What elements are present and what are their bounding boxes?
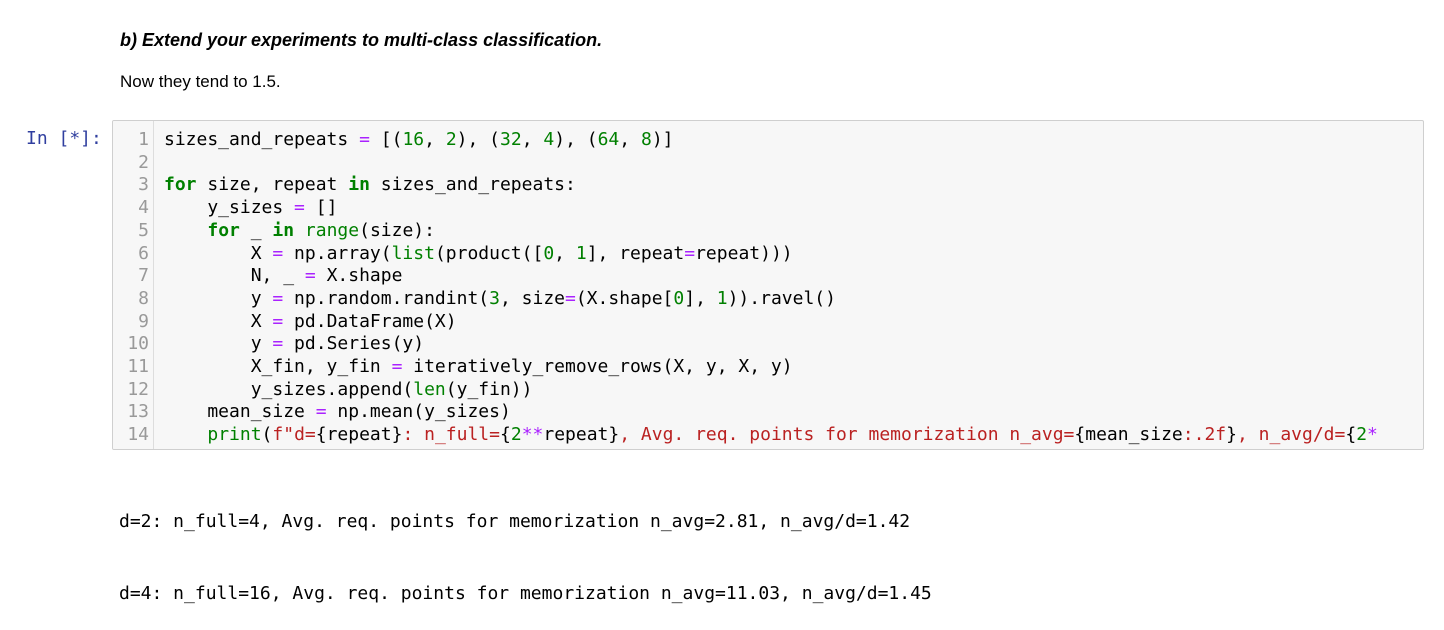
line-number: 5 xyxy=(138,219,149,241)
line-number: 7 xyxy=(138,265,149,287)
code-text: y_sizes = [] xyxy=(164,197,338,219)
code-text: mean_size = np.mean(y_sizes) xyxy=(164,401,511,423)
code-text: for _ in range(size): xyxy=(207,219,435,241)
input-prompt: In [*]: xyxy=(26,128,102,149)
line-number: 4 xyxy=(138,197,149,219)
code-text: y_sizes.append(len(y_fin)) xyxy=(164,378,533,400)
line-number: 3 xyxy=(138,174,149,196)
code-text: sizes_and_repeats = [(16, 2), (32, 4), (… xyxy=(164,129,674,150)
code-text: for size, repeat in sizes_and_repeats: xyxy=(164,174,576,196)
code-cell-editor[interactable]: 1 sizes_and_repeats = [(16, 2), (32, 4), … xyxy=(112,120,1424,450)
line-number: 13 xyxy=(127,401,149,423)
line-number: 12 xyxy=(127,378,149,400)
cell-output: d=2: n_full=4, Avg. req. points for memo… xyxy=(119,462,932,630)
code-text: X = np.array(list(product([0, 1], repeat… xyxy=(164,242,793,264)
line-number: 6 xyxy=(138,242,149,264)
code-text: y = np.random.randint(3, size=(X.shape[0… xyxy=(164,287,836,309)
code-text: y = pd.Series(y) xyxy=(164,333,425,355)
line-number: 11 xyxy=(127,356,149,377)
line-number: 1 xyxy=(138,129,149,150)
code-text: X = pd.DataFrame(X) xyxy=(164,310,457,332)
markdown-text: Now they tend to 1.5. xyxy=(120,72,281,91)
markdown-heading: b) Extend your experiments to multi-clas… xyxy=(120,30,603,50)
line-number: 9 xyxy=(138,310,149,332)
line-number: 2 xyxy=(138,151,149,173)
code-text: N, _ = X.shape xyxy=(164,265,403,287)
code-text: print(f"d={repeat}: n_full={2**repeat}, … xyxy=(207,424,1378,446)
code-text: X_fin, y_fin = iteratively_remove_rows(X… xyxy=(164,356,793,377)
line-number: 14 xyxy=(127,424,149,446)
line-number: 8 xyxy=(138,287,149,309)
output-line: d=4: n_full=16, Avg. req. points for mem… xyxy=(119,583,932,604)
output-line: d=2: n_full=4, Avg. req. points for memo… xyxy=(119,511,911,532)
line-number: 10 xyxy=(127,333,149,355)
